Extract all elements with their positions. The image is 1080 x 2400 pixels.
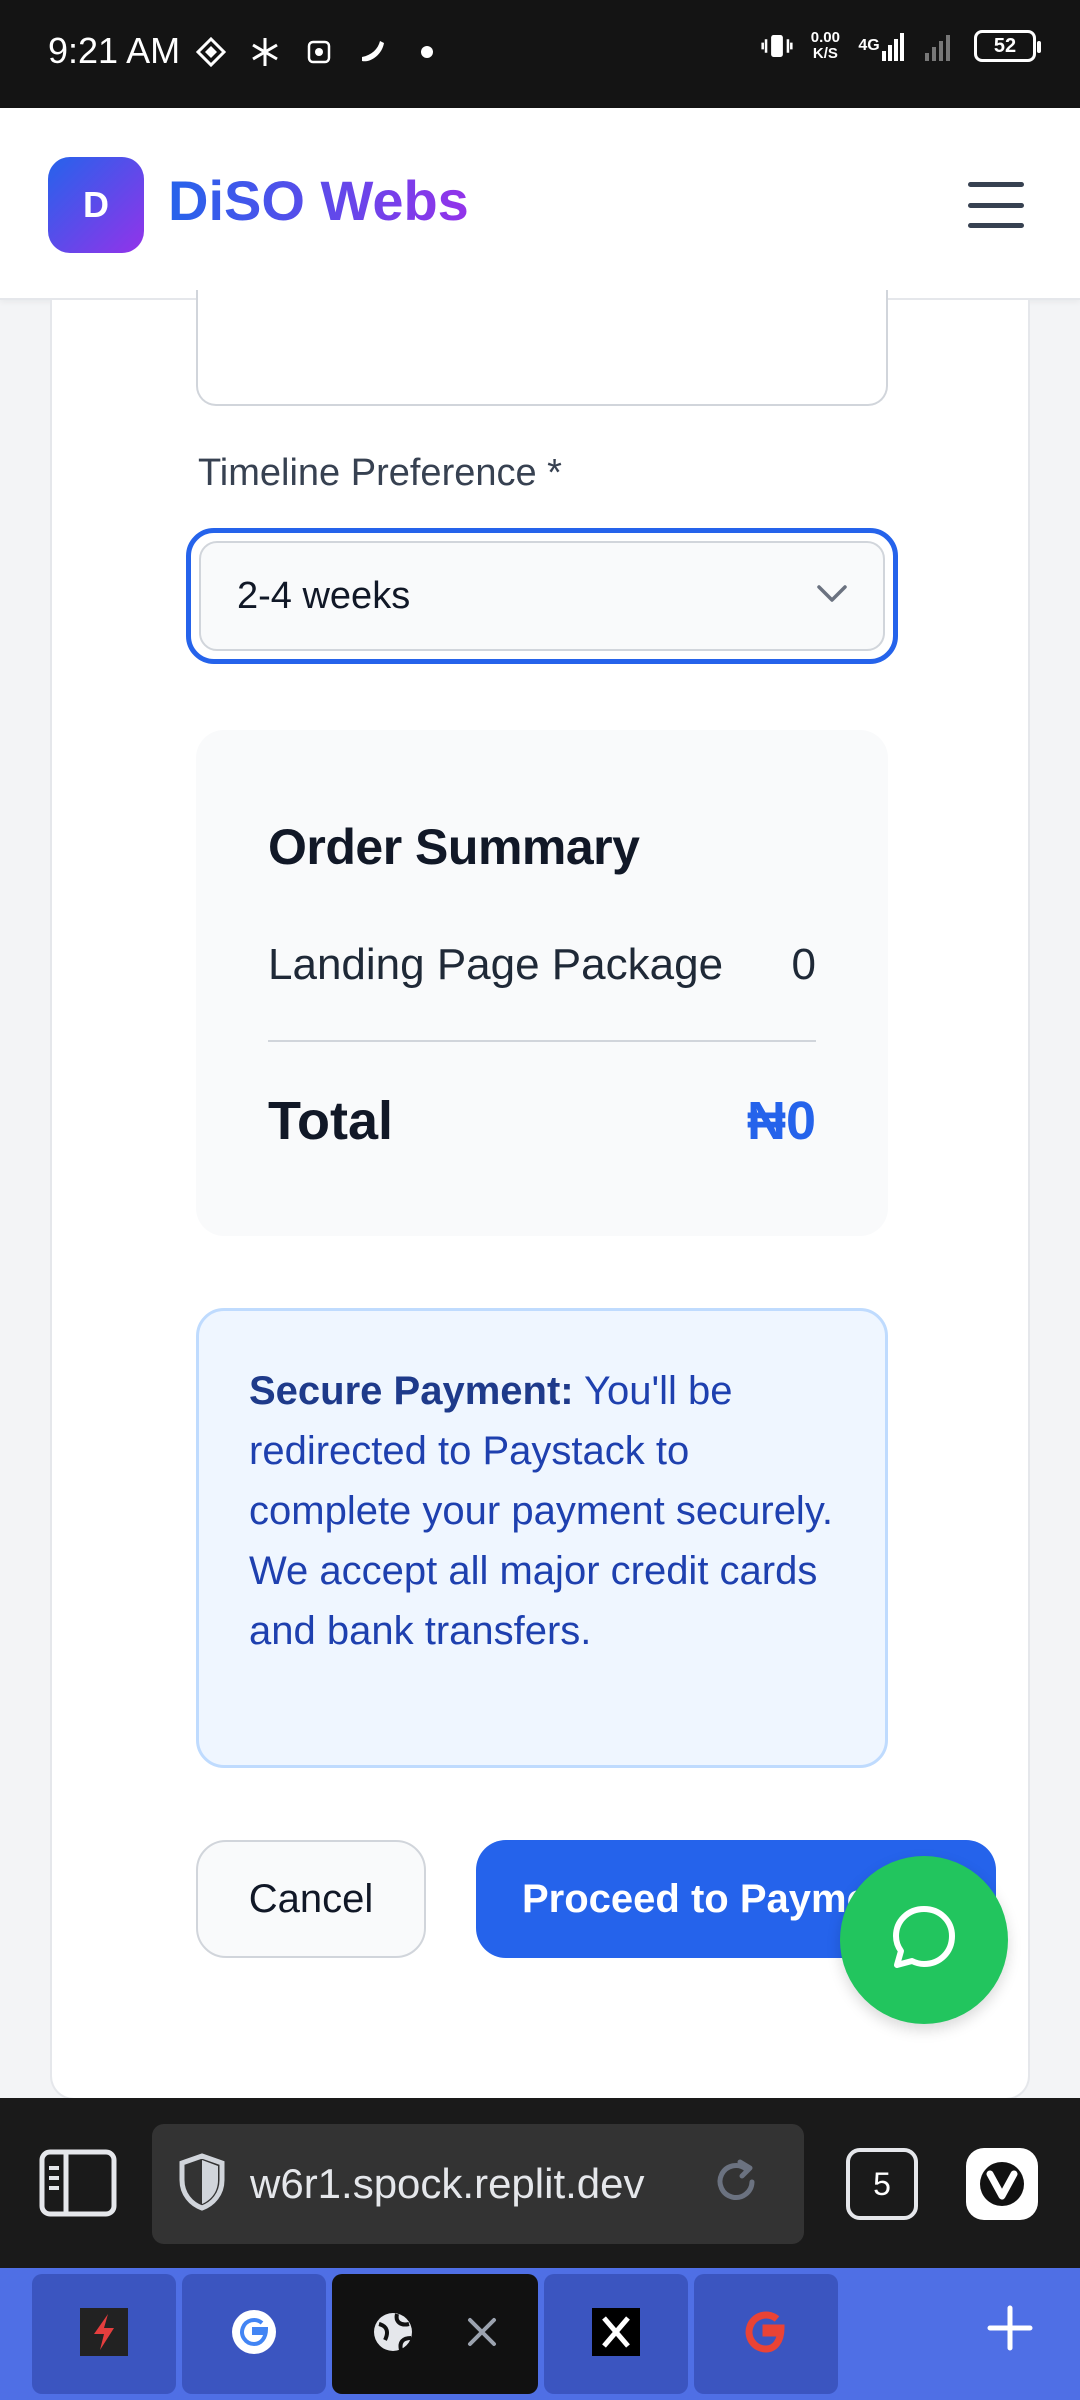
- signal-4g-icon: 4G: [858, 28, 906, 64]
- tab-3-active[interactable]: [332, 2274, 538, 2394]
- project-details-textarea[interactable]: [196, 290, 888, 406]
- logo[interactable]: D: [48, 157, 144, 253]
- battery-icon: 52: [974, 30, 1041, 62]
- order-summary-title: Order Summary: [268, 819, 640, 875]
- total-row: Total ₦0: [268, 1090, 816, 1152]
- app-header: D DiSO Webs: [0, 108, 1080, 300]
- summary-line-item: Landing Page Package 0: [268, 940, 816, 990]
- order-summary: Order Summary Landing Page Package 0 Tot…: [196, 730, 888, 1236]
- battery-level: 52: [993, 34, 1017, 57]
- close-tab-icon[interactable]: [465, 2315, 499, 2354]
- signal-weak-icon: [924, 28, 956, 64]
- new-tab-button[interactable]: [970, 2290, 1050, 2370]
- screenshot-icon: [303, 34, 335, 70]
- timeline-value: 2-4 weeks: [237, 574, 411, 617]
- whatsapp-chat-button[interactable]: [840, 1856, 1008, 2024]
- address-bar[interactable]: w6r1.spock.replit.dev: [152, 2124, 804, 2244]
- clock: 9:21 AM: [48, 30, 181, 71]
- item-name: Landing Page Package: [268, 940, 724, 989]
- cancel-button[interactable]: Cancel: [196, 1840, 426, 1958]
- brand-name[interactable]: DiSO Webs: [168, 168, 469, 233]
- total-label: Total: [268, 1091, 393, 1151]
- pepper-icon: [357, 34, 389, 70]
- system-icons: 0.00 K/S 4G 52: [761, 28, 1041, 64]
- globe-icon: [371, 2310, 415, 2359]
- tab-5[interactable]: [694, 2274, 838, 2394]
- tab-switcher-button[interactable]: 5: [846, 2148, 918, 2220]
- x-icon: [592, 2307, 640, 2361]
- tab-4[interactable]: [544, 2274, 688, 2394]
- flash-app-icon: [80, 2307, 128, 2361]
- dot-icon: [411, 34, 443, 70]
- timeline-select[interactable]: 2-4 weeks: [186, 528, 898, 664]
- vibrate-icon: [761, 28, 793, 64]
- network-type: 4G: [858, 37, 880, 54]
- timeline-label: Timeline Preference *: [198, 452, 562, 494]
- net-speed-unit: K/S: [812, 45, 838, 62]
- divider: [268, 1040, 816, 1042]
- chevron-down-icon: [815, 583, 849, 610]
- net-speed-value: 0.00: [810, 29, 840, 46]
- panel-toggle-icon[interactable]: [38, 2148, 118, 2218]
- status-bar: 9:21 AM 0.00 K/S 4G 52: [0, 0, 1080, 108]
- shield-icon[interactable]: [176, 2152, 228, 2217]
- notice-heading: Secure Payment:: [249, 1369, 574, 1413]
- order-form-card: Timeline Preference * 2-4 weeks Order Su…: [50, 290, 1030, 2100]
- diamond-icon: [195, 34, 227, 70]
- net-speed: 0.00 K/S: [811, 30, 840, 62]
- google-icon: [230, 2308, 278, 2361]
- reload-icon[interactable]: [710, 2156, 762, 2213]
- notification-icons: [195, 34, 443, 70]
- snowflake-icon: [249, 34, 281, 70]
- tab-strip: [0, 2268, 1080, 2400]
- item-price: 0: [791, 940, 816, 989]
- total-value: ₦0: [746, 1091, 816, 1151]
- plus-icon: [986, 2304, 1034, 2357]
- secure-payment-notice: Secure Payment: You'll be redirected to …: [196, 1308, 888, 1768]
- tab-2[interactable]: [182, 2274, 326, 2394]
- google-icon: [739, 2305, 793, 2364]
- tab-1[interactable]: [32, 2274, 176, 2394]
- tab-count: 5: [873, 2165, 891, 2202]
- browser-toolbar: w6r1.spock.replit.dev 5: [0, 2098, 1080, 2268]
- url-text: w6r1.spock.replit.dev: [250, 2160, 645, 2207]
- hamburger-menu-icon[interactable]: [968, 182, 1024, 228]
- logo-letter: D: [83, 184, 109, 225]
- vivaldi-menu-icon[interactable]: [966, 2148, 1038, 2220]
- chat-bubble-icon: [887, 1901, 961, 1980]
